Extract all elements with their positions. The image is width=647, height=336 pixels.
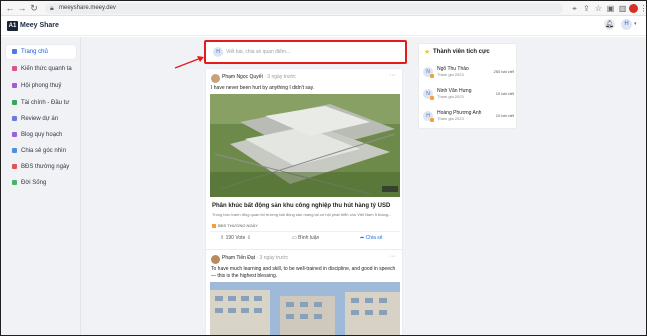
bookmark-star-icon[interactable]: ☆ bbox=[594, 4, 603, 13]
sidebar-item-knowledge[interactable]: Kiến thức quanh ta bbox=[6, 62, 76, 76]
browser-toolbar: ← → ↻ 🔒︎ meeyshare.meey.dev ⌖ ⇪ ☆ ▣ ▥ ⋮ bbox=[1, 1, 647, 16]
sidebar-item-realestate[interactable]: BĐS thường ngày bbox=[6, 160, 76, 174]
share-page-icon[interactable]: ⇪ bbox=[582, 4, 591, 13]
category-icon bbox=[12, 83, 17, 88]
share-label: Chia sẻ bbox=[365, 235, 383, 241]
reload-icon[interactable]: ↻ bbox=[29, 3, 39, 13]
vote-count: 190 Vote bbox=[225, 235, 246, 241]
avatar: H bbox=[213, 47, 223, 57]
bell-icon[interactable]: 🔔︎ bbox=[604, 19, 615, 30]
sidebar-item-label: Hội phong thuỷ bbox=[21, 83, 62, 89]
sidebar-item-home[interactable]: Trang chủ bbox=[6, 45, 76, 59]
post-card: Phạm Ngọc Quyết · 3 ngày trước ··· I hav… bbox=[205, 68, 403, 274]
sidebar-item-label: Kiến thức quanh ta bbox=[21, 66, 72, 72]
location-icon[interactable]: ⌖ bbox=[570, 4, 579, 13]
post-author[interactable]: Phạm Ngọc Quyết · 3 ngày trước bbox=[222, 74, 296, 80]
post-image[interactable] bbox=[210, 94, 400, 197]
sidebar-item-review[interactable]: Review dự án bbox=[6, 112, 76, 126]
menu-kebab-icon[interactable]: ⋮ bbox=[639, 4, 647, 13]
badge-icon bbox=[430, 118, 434, 122]
post-time: · 3 ngày trước bbox=[256, 255, 289, 261]
share-button[interactable]: ➦ Chia sẻ bbox=[360, 235, 383, 241]
author-name[interactable]: Phạm Ngọc Quyết bbox=[222, 74, 263, 80]
annotation-arrow-icon bbox=[174, 56, 204, 69]
lock-icon: 🔒︎ bbox=[50, 5, 54, 12]
badge-icon bbox=[430, 96, 434, 100]
tag-label: BĐS THƯỜNG NGÀY bbox=[218, 223, 258, 228]
member-joined: Tham gia 2023 bbox=[437, 116, 464, 121]
logo-text[interactable]: Meey Share bbox=[20, 21, 59, 31]
star-icon: ★ bbox=[424, 49, 431, 56]
sidebar-item-fengshui[interactable]: Hội phong thuỷ bbox=[6, 79, 76, 93]
more-options-icon[interactable]: ··· bbox=[389, 253, 396, 260]
category-icon bbox=[12, 148, 17, 153]
member-post-count: 10 bài viết bbox=[495, 113, 514, 118]
comment-label: Bình luận bbox=[298, 235, 320, 241]
app-header: A1 Meey Share 🔔︎ H ▾ bbox=[1, 16, 646, 36]
sidebar-item-label: Blog quy hoạch bbox=[21, 132, 63, 138]
member-joined: Tham gia 2023 bbox=[437, 72, 464, 77]
category-icon bbox=[12, 66, 17, 71]
back-icon[interactable]: ← bbox=[5, 3, 15, 13]
more-options-icon[interactable]: ··· bbox=[389, 72, 396, 79]
author-name[interactable]: Phạm Tiến Đạt bbox=[222, 255, 255, 261]
panel-title: Thành viên tích cực bbox=[433, 49, 490, 55]
post-actions: ⇧ 190 Vote ⇩ ▭ Bình luận ➦ Chia sẻ bbox=[210, 231, 400, 243]
app-frame: ← → ↻ 🔒︎ meeyshare.meey.dev ⌖ ⇪ ☆ ▣ ▥ ⋮ … bbox=[0, 0, 647, 336]
vote-button[interactable]: ⇧ 190 Vote ⇩ bbox=[220, 235, 251, 241]
sidebar-item-life[interactable]: Đời Sống bbox=[6, 176, 76, 190]
category-icon bbox=[12, 116, 17, 121]
sidebar: Trang chủ Kiến thức quanh ta Hội phong t… bbox=[1, 37, 81, 335]
tag-icon bbox=[212, 223, 216, 228]
member-post-count: 10 bài viết bbox=[495, 91, 514, 96]
main-feed: H Viết bài, chia sẻ quan điểm... Phạm Ng… bbox=[81, 37, 646, 336]
member-item[interactable]: N Ninh Văn Hưng Tham gia 2023 10 bài viế… bbox=[423, 86, 515, 104]
post-subtitle: Trong bức tranh tổng quan thị trường bất… bbox=[212, 212, 392, 217]
post-text: I have never been hurt by anything I did… bbox=[211, 85, 315, 91]
sidepanel-icon[interactable]: ▥ bbox=[618, 4, 627, 13]
home-icon bbox=[12, 49, 17, 54]
badge-icon bbox=[430, 74, 434, 78]
user-avatar[interactable]: H bbox=[621, 19, 632, 30]
post-title[interactable]: Phân khúc bất động sản khu công nghiệp t… bbox=[212, 202, 390, 210]
comment-button[interactable]: ▭ Bình luận bbox=[292, 235, 319, 241]
category-icon bbox=[12, 100, 17, 105]
member-post-count: 250 bài viết bbox=[493, 69, 514, 74]
category-icon bbox=[12, 132, 17, 137]
extension-icon[interactable]: ▣ bbox=[606, 4, 615, 13]
sidebar-item-label: Review dự án bbox=[21, 116, 59, 122]
sidebar-item-label: BĐS thường ngày bbox=[21, 164, 70, 170]
category-icon bbox=[12, 180, 17, 185]
post-image[interactable] bbox=[210, 282, 400, 336]
forward-icon[interactable]: → bbox=[17, 3, 27, 13]
composer-input[interactable]: Viết bài, chia sẻ quan điểm... bbox=[226, 49, 290, 55]
sidebar-item-finance[interactable]: Tài chính - Đầu tư bbox=[6, 96, 76, 110]
sidebar-item-viewpoint[interactable]: Chia sẻ góc nhìn bbox=[6, 144, 76, 158]
sidebar-item-blog[interactable]: Blog quy hoạch bbox=[6, 128, 76, 142]
post-card: Phạm Tiến Đạt · 3 ngày trước ··· To have… bbox=[205, 249, 403, 336]
sidebar-item-label: Trang chủ bbox=[21, 49, 48, 55]
member-joined: Tham gia 2023 bbox=[437, 94, 464, 99]
active-members-panel: ★ Thành viên tích cực N Ngô Thu Thảo Tha… bbox=[418, 43, 517, 129]
avatar[interactable] bbox=[211, 255, 220, 264]
avatar[interactable] bbox=[211, 74, 220, 83]
post-text: To have much learning and skill, to be w… bbox=[211, 266, 396, 279]
profile-icon[interactable] bbox=[629, 4, 638, 13]
chevron-down-icon[interactable]: ▾ bbox=[634, 21, 637, 28]
sidebar-item-label: Tài chính - Đầu tư bbox=[21, 100, 70, 106]
post-time: · 3 ngày trước bbox=[264, 74, 296, 80]
sidebar-item-label: Chia sẻ góc nhìn bbox=[21, 148, 67, 154]
sidebar-item-label: Đời Sống bbox=[21, 180, 47, 186]
url-text[interactable]: meeyshare.meey.dev bbox=[59, 4, 116, 13]
member-item[interactable]: H Hoàng Phương Anh Tham gia 2023 10 bài … bbox=[423, 108, 515, 126]
member-item[interactable]: N Ngô Thu Thảo Tham gia 2023 250 bài viế… bbox=[423, 64, 515, 82]
post-author[interactable]: Phạm Tiến Đạt · 3 ngày trước bbox=[222, 255, 288, 261]
category-tag[interactable]: BĐS THƯỜNG NGÀY bbox=[212, 223, 258, 228]
post-composer[interactable]: H Viết bài, chia sẻ quan điểm... bbox=[204, 40, 407, 64]
address-bar[interactable]: 🔒︎ meeyshare.meey.dev bbox=[45, 3, 563, 14]
category-icon bbox=[12, 164, 17, 169]
logo-mark[interactable]: A1 bbox=[7, 21, 18, 31]
